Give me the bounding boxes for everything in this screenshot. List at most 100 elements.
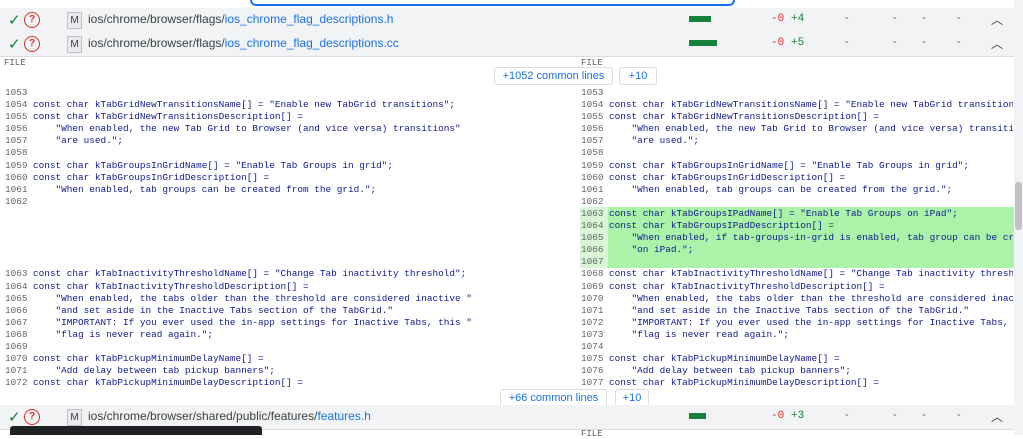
code-line: 1070 const char kTabPickupMinimumDelayNam… (5, 353, 472, 365)
size-count: - (922, 409, 926, 421)
change-bar (689, 16, 711, 22)
file-name-link[interactable]: features.h (317, 409, 370, 423)
file-path[interactable]: ios/chrome/browser/flags/ios_chrome_flag… (88, 36, 399, 50)
line-number: 1068 (5, 328, 28, 340)
file-path[interactable]: ios/chrome/browser/flags/ios_chrome_flag… (88, 12, 393, 26)
comment-count: - (845, 36, 849, 48)
line-number: 1068 (581, 268, 604, 280)
code-line: 1060 const char kTabGroupsInGridDescripti… (5, 172, 472, 184)
path-prefix: ios/chrome/browser/flags/ (88, 12, 225, 26)
code-line: 1074 (581, 341, 1013, 353)
status-badge: M (67, 409, 82, 426)
line-number: 1060 (581, 171, 604, 183)
code-line: 1062 (5, 196, 472, 208)
added-count: +4 (791, 13, 805, 25)
line-number: 1054 (5, 99, 28, 111)
code-text: const char kTabInactivityThresholdName[]… (33, 268, 467, 280)
code-text: const char kTabInactivityThresholdDescri… (609, 280, 885, 292)
code-line: 1066 "on iPad."; (581, 244, 1013, 256)
code-line: 1057 "are used."; (581, 135, 1013, 147)
deleted-count: -0 (771, 37, 785, 49)
line-number: 1059 (581, 159, 604, 171)
code-text: const char kTabGroupsInGridDescription[]… (609, 171, 846, 183)
comment-count: - (845, 12, 849, 24)
common-lines-top-button[interactable]: +1052 common lines (494, 67, 613, 85)
code-text: const char kTabPickupMinimumDelayName[] … (609, 353, 840, 365)
path-prefix: ios/chrome/browser/shared/public/feature… (88, 409, 318, 423)
line-number: 1058 (581, 147, 604, 159)
size-count: - (922, 12, 926, 24)
code-line: 1064 const char kTabGroupsIPadDescription… (581, 220, 1013, 232)
code-text: const char kTabGroupsInGridDescription[]… (33, 171, 270, 183)
line-number: 1064 (5, 280, 28, 292)
draft-count: - (893, 12, 897, 24)
line-number: 1053 (5, 87, 28, 98)
file-name-link[interactable]: ios_chrome_flag_descriptions.h (225, 12, 394, 26)
code-text: const char kTabGridNewTransitionsName[] … (609, 99, 1013, 111)
file-path[interactable]: ios/chrome/browser/shared/public/feature… (88, 409, 371, 423)
code-line: 1065 "When enabled, if tab-groups-in-gri… (581, 232, 1013, 244)
code-line: 1073 "flag is never read again."; (581, 329, 1013, 341)
code-line: 1063 const char kTabInactivityThresholdNa… (5, 268, 472, 280)
line-number: 1058 (5, 147, 28, 159)
line-number: 1055 (581, 111, 604, 123)
code-text: "When enabled, the tabs older than the t… (609, 292, 1014, 304)
change-bar (689, 413, 706, 419)
size-count: - (922, 36, 926, 48)
help-icon[interactable]: ? (24, 12, 40, 28)
code-line: 1070 "When enabled, the tabs older than … (581, 293, 1013, 305)
line-number: 1057 (581, 135, 604, 147)
code-line: 1056 "When enabled, the new Tab Grid to … (581, 123, 1013, 135)
help-icon[interactable]: ? (24, 409, 40, 425)
line-number: 1070 (581, 292, 604, 304)
deleted-count: -0 (771, 13, 785, 25)
code-text: "IMPORTANT: If you ever used the in-app … (609, 316, 1013, 328)
code-line: 1063 const char kTabGroupsIPadName[] = "E… (581, 208, 1013, 220)
check-icon: ✓ (8, 12, 21, 29)
line-number: 1063 (581, 207, 604, 219)
line-number: 1072 (5, 377, 28, 389)
code-line: 1058 (5, 147, 472, 159)
chevron-up-icon[interactable]: ︿ (991, 11, 1003, 28)
file-row[interactable]: ✓ ? M ios/chrome/browser/flags/ios_chrom… (0, 32, 1014, 57)
draft-count: - (893, 36, 897, 48)
status-badge: M (67, 12, 82, 29)
help-icon[interactable]: ? (24, 36, 40, 52)
code-line: 1072 "IMPORTANT: If you ever used the in… (581, 317, 1013, 329)
code-text: const char kTabGridNewTransitionsDescrip… (609, 111, 880, 123)
code-text: "are used."; (609, 135, 700, 147)
check-icon: ✓ (8, 36, 21, 53)
code-line: 1072 const char kTabPickupMinimumDelayDes… (5, 377, 472, 389)
line-number: 1067 (581, 256, 604, 268)
code-line: 1059 const char kTabGroupsInGridName[] = … (5, 160, 472, 172)
chevron-up-icon[interactable]: ︿ (991, 35, 1003, 52)
code-text: "and set aside in the Inactive Tabs sect… (33, 304, 394, 316)
scrollbar-thumb[interactable] (1015, 182, 1022, 230)
chevron-up-icon[interactable]: ︿ (991, 408, 1003, 425)
code-line: 1053 (581, 87, 1013, 99)
code-text: const char kTabPickupMinimumDelayDescrip… (609, 377, 880, 389)
code-line: 1058 (581, 147, 1013, 159)
code-text: "When enabled, the new Tab Grid to Brows… (609, 123, 1014, 135)
expand-top-button[interactable]: +10 (619, 67, 657, 85)
code-text: "on iPad."; (609, 244, 694, 256)
file-name-link[interactable]: ios_chrome_flag_descriptions.cc (225, 36, 399, 50)
line-number: 1065 (581, 232, 604, 244)
line-number: 1071 (5, 365, 28, 377)
code-text: "When enabled, tab groups can be created… (33, 183, 377, 195)
code-line: 1061 "When enabled, tab groups can be cr… (5, 184, 472, 196)
line-number: 1072 (581, 316, 604, 328)
code-text: "When enabled, the new Tab Grid to Brows… (33, 123, 461, 135)
extra-count: - (957, 409, 961, 421)
deleted-count: -0 (771, 410, 785, 422)
code-text: const char kTabPickupMinimumDelayName[] … (33, 353, 264, 365)
code-line: 1055 const char kTabGridNewTransitionsDes… (581, 111, 1013, 123)
code-text: "When enabled, the tabs older than the t… (33, 292, 472, 304)
code-line: 1068 "flag is never read again."; (5, 329, 472, 341)
code-line: 1076 "Add delay between tab pickup banne… (581, 365, 1013, 377)
file-row[interactable]: ✓ ? M ios/chrome/browser/flags/ios_chrom… (0, 8, 1014, 33)
